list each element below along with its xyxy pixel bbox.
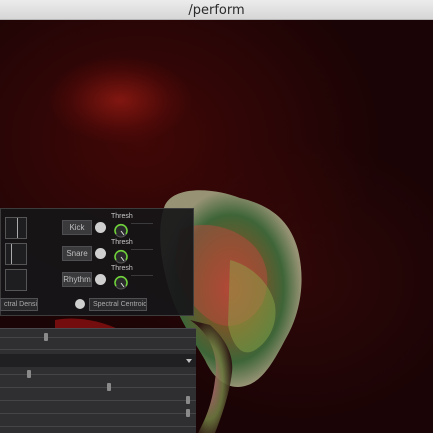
level-meter-2-indicator xyxy=(11,244,12,264)
slider-track-3[interactable] xyxy=(0,387,196,388)
rhythm-toggle-dot-icon[interactable] xyxy=(95,274,106,285)
spectral-density-field[interactable]: ctral Density xyxy=(0,298,38,311)
audio-trigger-panel: Kick Thresh Snare Thresh Rhythm Thresh c… xyxy=(0,208,194,316)
snare-button[interactable]: Snare xyxy=(62,246,92,261)
kick-thresh-label: Thresh xyxy=(111,213,133,220)
kick-button[interactable]: Kick xyxy=(62,220,92,235)
slider-handle-3[interactable] xyxy=(107,383,111,391)
rhythm-thresh-knob-icon[interactable] xyxy=(113,275,129,291)
separator-1 xyxy=(0,349,196,350)
rhythm-button[interactable]: Rhythm xyxy=(62,272,92,287)
slider-track-1[interactable] xyxy=(0,337,196,338)
rhythm-thresh-label: Thresh xyxy=(111,265,133,272)
slider-track-6[interactable] xyxy=(0,426,196,427)
window-titlebar[interactable]: /perform xyxy=(0,0,433,20)
kick-divider xyxy=(131,223,153,224)
level-meter-1 xyxy=(5,217,27,239)
dropdown-arrow-icon[interactable] xyxy=(186,359,192,363)
slider-track-5[interactable] xyxy=(0,413,196,414)
kick-toggle-dot-icon[interactable] xyxy=(95,222,106,233)
snare-toggle-dot-icon[interactable] xyxy=(95,248,106,259)
slider-track-4[interactable] xyxy=(0,400,196,401)
parameter-sliders-panel xyxy=(0,328,196,433)
window-title: /perform xyxy=(188,3,245,18)
spectral-centroid-toggle-dot-icon[interactable] xyxy=(75,299,85,309)
slider-handle-1[interactable] xyxy=(44,333,48,341)
slider-handle-2[interactable] xyxy=(27,370,31,378)
level-meter-3 xyxy=(5,269,27,291)
level-meter-1-indicator xyxy=(17,218,18,238)
snare-divider xyxy=(131,249,153,250)
dropdown-bar[interactable] xyxy=(0,354,196,367)
level-meter-2 xyxy=(5,243,27,265)
rhythm-divider xyxy=(131,275,153,276)
spectral-centroid-field[interactable]: Spectral Centroid xyxy=(89,298,147,311)
slider-handle-4[interactable] xyxy=(186,396,190,404)
snare-thresh-label: Thresh xyxy=(111,239,133,246)
snare-thresh-knob-icon[interactable] xyxy=(113,249,129,265)
slider-handle-5[interactable] xyxy=(186,409,190,417)
kick-thresh-knob-icon[interactable] xyxy=(113,223,129,239)
